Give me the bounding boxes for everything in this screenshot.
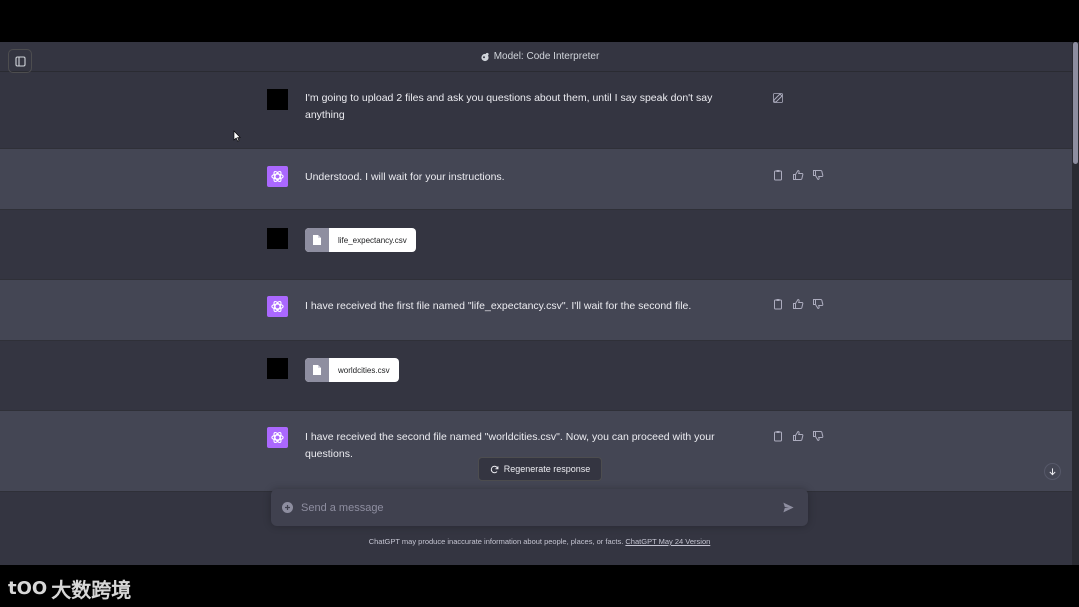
thumbs-down-icon[interactable] xyxy=(812,169,824,181)
openai-logo-icon xyxy=(271,431,284,444)
message-input[interactable] xyxy=(301,497,761,518)
message-row-assistant: Understood. I will wait for your instruc… xyxy=(0,148,1072,210)
file-name: worldcities.csv xyxy=(338,365,390,375)
refresh-icon xyxy=(490,465,499,473)
code-interpreter-icon xyxy=(481,52,489,61)
regenerate-label: Regenerate response xyxy=(503,464,591,474)
user-avatar xyxy=(267,358,288,379)
regenerate-response-button[interactable]: Regenerate response xyxy=(478,457,602,481)
model-indicator[interactable]: Model: Code Interpreter xyxy=(480,51,600,62)
copy-icon[interactable] xyxy=(772,298,784,310)
watermark-text: 大数跨境 xyxy=(51,578,132,602)
watermark: tOO 大数跨境 xyxy=(8,574,131,603)
openai-logo-icon xyxy=(271,300,284,313)
footer-disclaimer: ChatGPT may produce inaccurate informati… xyxy=(0,537,1079,546)
thumbs-up-icon[interactable] xyxy=(792,298,804,310)
chat-app: Model: Code Interpreter I'm going to upl… xyxy=(0,42,1079,565)
send-icon[interactable] xyxy=(782,501,795,514)
message-row-user: worldcities.csv xyxy=(0,341,1072,410)
file-icon xyxy=(305,358,329,382)
assistant-message-text: Understood. I will wait for your instruc… xyxy=(305,171,505,183)
user-avatar xyxy=(267,89,288,110)
file-name: life_expectancy.csv xyxy=(338,235,407,245)
bottom-black-bar xyxy=(0,565,1079,607)
chat-header: Model: Code Interpreter xyxy=(0,42,1079,73)
message-row-assistant: I have received the first file named "li… xyxy=(0,279,1072,341)
thumbs-down-icon[interactable] xyxy=(812,298,824,310)
edit-icon[interactable] xyxy=(772,92,784,104)
file-attachment[interactable]: life_expectancy.csv xyxy=(305,228,416,252)
mouse-cursor-icon xyxy=(233,130,241,142)
sidebar-toggle-button[interactable] xyxy=(8,49,32,73)
message-row-user: I'm going to upload 2 files and ask you … xyxy=(0,73,1072,148)
sidebar-icon xyxy=(14,55,26,67)
disclaimer-text: ChatGPT may produce inaccurate informati… xyxy=(368,537,624,546)
thumbs-down-icon[interactable] xyxy=(812,430,824,442)
chatgpt-avatar xyxy=(267,296,288,317)
assistant-message-text: I have received the first file named "li… xyxy=(305,300,692,312)
file-icon xyxy=(305,228,329,252)
user-message-text: I'm going to upload 2 files and ask you … xyxy=(305,92,713,121)
thumbs-up-icon[interactable] xyxy=(792,430,804,442)
copy-icon[interactable] xyxy=(772,430,784,442)
model-label: Model: Code Interpreter xyxy=(493,51,600,62)
copy-icon[interactable] xyxy=(772,169,784,181)
thumbs-up-icon[interactable] xyxy=(792,169,804,181)
scroll-to-bottom-button[interactable] xyxy=(1044,463,1061,480)
chatgpt-avatar xyxy=(267,427,288,448)
message-composer xyxy=(271,489,808,526)
file-attachment[interactable]: worldcities.csv xyxy=(305,358,399,382)
message-row-user: life_expectancy.csv xyxy=(0,210,1072,279)
scrollbar-thumb[interactable] xyxy=(1073,42,1078,164)
user-avatar xyxy=(267,228,288,249)
message-actions xyxy=(772,169,824,181)
top-black-bar xyxy=(0,0,1079,42)
plus-icon xyxy=(285,505,290,510)
attach-file-button[interactable] xyxy=(282,502,293,513)
openai-logo-icon xyxy=(271,170,284,183)
chatgpt-avatar xyxy=(267,166,288,187)
watermark-logo: tOO xyxy=(8,578,48,599)
arrow-down-icon xyxy=(1049,468,1056,476)
message-actions xyxy=(772,430,824,442)
message-actions xyxy=(772,298,824,310)
version-link[interactable]: ChatGPT May 24 Version xyxy=(625,537,710,546)
